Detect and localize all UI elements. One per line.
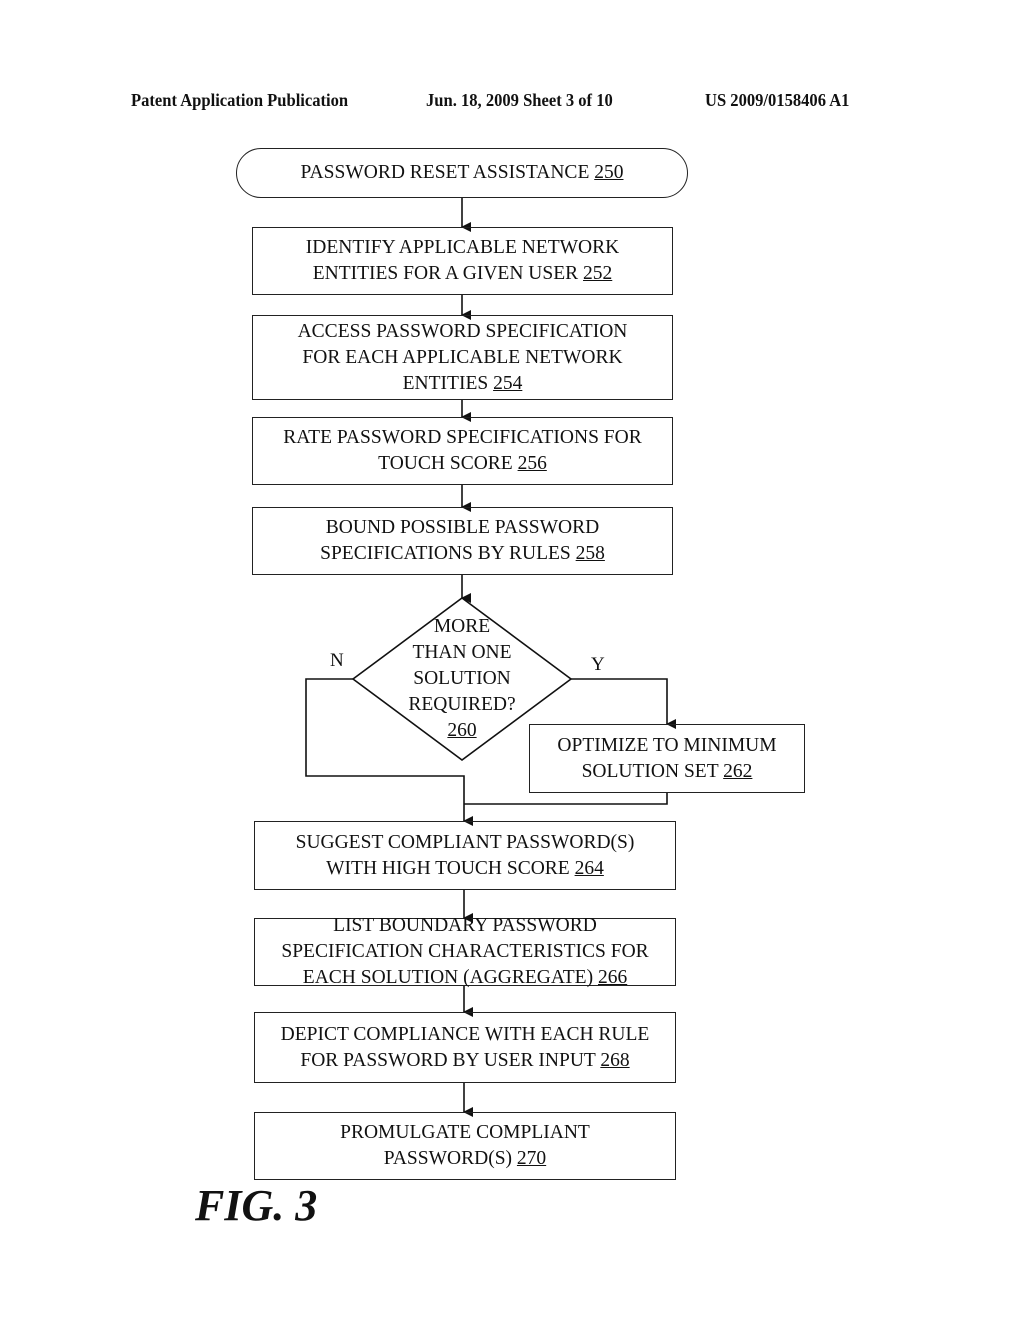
step-254: ACCESS PASSWORD SPECIFICATION FOR EACH AP…	[252, 315, 673, 400]
start-text: PASSWORD RESET ASSISTANCE	[300, 162, 590, 183]
ref-number: 270	[516, 1148, 547, 1169]
figure-label: FIG. 3	[195, 1181, 318, 1230]
ref-number: 250	[594, 162, 624, 183]
step-text: WITH HIGH TOUCH SCORE	[326, 857, 570, 879]
step-text: SPECIFICATION CHARACTERISTICS FOR	[281, 941, 649, 962]
step-text: PROMULGATE COMPLIANT	[340, 1122, 590, 1143]
step-text: IDENTIFY APPLICABLE NETWORK	[305, 237, 620, 258]
ref-number: 254	[493, 372, 523, 394]
step-266: LIST BOUNDARY PASSWORD SPECIFICATION CHAR…	[254, 915, 676, 988]
decision-line: REQUIRED?	[408, 694, 516, 715]
merge-path	[464, 793, 668, 805]
start-terminal-250: PASSWORD RESET ASSISTANCE 250	[236, 148, 688, 198]
ref-number: 262	[723, 760, 753, 782]
step-text: DEPICT COMPLIANCE WITH EACH RULE	[280, 1023, 650, 1045]
step-text: SUGGEST COMPLIANT PASSWORD(S)	[295, 831, 635, 853]
step-text: FOR EACH APPLICABLE NETWORK	[302, 346, 623, 368]
step-252: IDENTIFY APPLICABLE NETWORK ENTITIES FOR …	[252, 227, 673, 295]
ref-number: 268	[600, 1049, 630, 1071]
decision-line: THAN ONE	[412, 642, 512, 663]
step-text: ACCESS PASSWORD SPECIFICATION	[297, 320, 628, 342]
decision-text-260: MORE THAN ONE SOLUTION REQUIRED? 260	[382, 614, 542, 744]
ref-number: 252	[583, 263, 613, 284]
yes-label: Y	[591, 654, 605, 675]
step-text: LIST BOUNDARY PASSWORD	[333, 915, 597, 936]
decision-line: SOLUTION	[413, 668, 511, 689]
ref-number: 264	[574, 857, 604, 879]
step-text: SPECIFICATIONS BY RULES	[320, 543, 571, 564]
ref-number: 258	[575, 543, 605, 564]
step-text: FOR PASSWORD BY USER INPUT	[300, 1049, 596, 1071]
step-text: RATE PASSWORD SPECIFICATIONS FOR	[283, 427, 642, 448]
step-262: OPTIMIZE TO MINIMUM SOLUTION SET 262	[529, 724, 805, 793]
step-text: ENTITIES	[402, 372, 489, 394]
step-258: BOUND POSSIBLE PASSWORD SPECIFICATIONS BY…	[252, 507, 673, 575]
no-label: N	[330, 650, 344, 671]
step-270: PROMULGATE COMPLIANT PASSWORD(S) 270	[254, 1112, 676, 1180]
step-264: SUGGEST COMPLIANT PASSWORD(S) WITH HIGH T…	[254, 821, 676, 890]
ref-number: 260	[447, 720, 477, 741]
decision-line: MORE	[433, 616, 491, 637]
step-text: TOUCH SCORE	[378, 453, 513, 474]
step-268: DEPICT COMPLIANCE WITH EACH RULE FOR PASS…	[254, 1012, 676, 1083]
step-text: BOUND POSSIBLE PASSWORD	[325, 517, 600, 538]
step-text: PASSWORD(S)	[383, 1148, 513, 1169]
step-text: ENTITIES FOR A GIVEN USER	[312, 263, 579, 284]
yes-path	[571, 678, 676, 729]
step-text: SOLUTION SET	[581, 760, 719, 782]
ref-number: 266	[597, 967, 628, 988]
step-256: RATE PASSWORD SPECIFICATIONS FOR TOUCH SC…	[252, 417, 673, 485]
step-text: EACH SOLUTION (AGGREGATE)	[302, 967, 594, 988]
ref-number: 256	[517, 453, 547, 474]
step-text: OPTIMIZE TO MINIMUM	[557, 734, 777, 756]
